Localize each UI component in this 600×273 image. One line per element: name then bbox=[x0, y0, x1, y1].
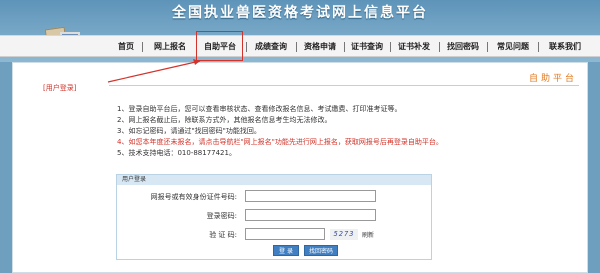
login-panel-title: 用户登录 bbox=[117, 175, 431, 185]
nav-item-online-registration[interactable]: 网上报名 bbox=[148, 41, 192, 53]
nav-separator bbox=[538, 42, 539, 52]
captcha-input[interactable] bbox=[245, 228, 325, 240]
nav-separator bbox=[439, 42, 440, 52]
annotation-label: [用户登录] bbox=[43, 84, 77, 92]
password-label: 登录密码: bbox=[206, 212, 237, 220]
highlight-box bbox=[196, 31, 243, 61]
nav-separator bbox=[344, 42, 345, 52]
main-content: 自助平台 [用户登录] 1、登录自助平台后，您可以查看审核状态、查看修改报名信息… bbox=[12, 62, 588, 273]
nav-item-qualification-apply[interactable]: 资格申请 bbox=[300, 41, 340, 53]
instruction-item: 1、登录自助平台后，您可以查看审核状态、查看修改报名信息、考试缴费、打印准考证等… bbox=[117, 105, 402, 113]
captcha-image[interactable]: 5273 bbox=[330, 229, 358, 240]
nav-item-home[interactable]: 首页 bbox=[112, 41, 140, 53]
instruction-item: 5、技术支持电话：010-88177421。 bbox=[117, 149, 236, 157]
nav-separator bbox=[296, 42, 297, 52]
login-panel: 用户登录 网报号或有效身份证件号码: 登录密码: 验 证 码: 5273 刷新 … bbox=[116, 174, 432, 260]
nav-separator bbox=[390, 42, 391, 52]
instruction-item: 2、网上报名截止后，除联系方式外，其他报名信息考生均无法修改。 bbox=[117, 116, 332, 124]
nav-item-certificate-reissue[interactable]: 证书补发 bbox=[394, 41, 434, 53]
registration-id-label: 网报号或有效身份证件号码: bbox=[150, 193, 237, 201]
site-title: 全国执业兽医资格考试网上信息平台 bbox=[172, 5, 428, 21]
refresh-captcha-link[interactable]: 刷新 bbox=[362, 230, 374, 239]
registration-id-input[interactable] bbox=[245, 190, 376, 202]
divider bbox=[109, 85, 579, 86]
forgot-password-button[interactable]: 找回密码 bbox=[304, 245, 338, 256]
login-button[interactable]: 登 录 bbox=[273, 245, 299, 256]
instruction-item: 3、如忘记密码，请通过"找回密码"功能找回。 bbox=[117, 127, 261, 135]
password-input[interactable] bbox=[245, 209, 376, 221]
nav-separator bbox=[142, 42, 143, 52]
instruction-item-warning: 4、如您本年度还未报名，请点击导航栏"网上报名"功能先进行网上报名，获取网报号后… bbox=[117, 138, 443, 146]
nav-separator bbox=[487, 42, 488, 52]
nav-item-contact-us[interactable]: 联系我们 bbox=[542, 41, 588, 53]
nav-item-score-query[interactable]: 成绩查询 bbox=[250, 41, 292, 53]
captcha-label: 验 证 码: bbox=[209, 231, 237, 239]
nav-separator bbox=[246, 42, 247, 52]
nav-item-certificate-query[interactable]: 证书查询 bbox=[347, 41, 387, 53]
nav-item-recover-password[interactable]: 找回密码 bbox=[442, 41, 484, 53]
section-title: 自助平台 bbox=[528, 74, 577, 84]
nav-item-faq[interactable]: 常见问题 bbox=[491, 41, 535, 53]
instructions-list: 1、登录自助平台后，您可以查看审核状态、查看修改报名信息、考试缴费、打印准考证等… bbox=[117, 104, 443, 159]
